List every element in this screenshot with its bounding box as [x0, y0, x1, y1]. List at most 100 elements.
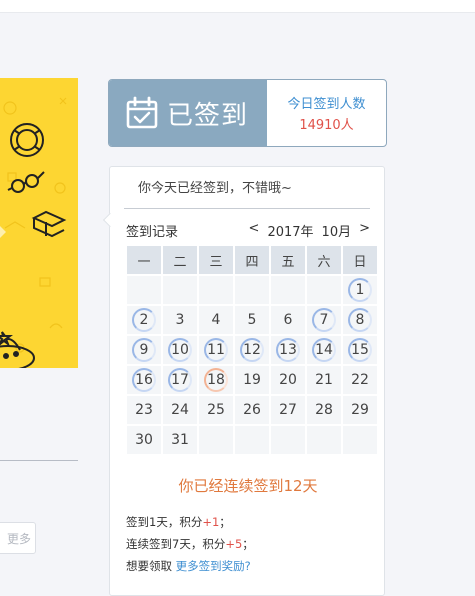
- calendar-day[interactable]: 6: [271, 306, 305, 334]
- calendar-day[interactable]: 28: [307, 396, 341, 424]
- calendar-day[interactable]: 1: [343, 276, 377, 304]
- calendar-day[interactable]: 9: [127, 336, 161, 364]
- calendar-day[interactable]: 20: [271, 366, 305, 394]
- calendar-week-row: 2 3 4 5 6 78: [127, 306, 377, 334]
- year-label: 2017年: [267, 225, 314, 240]
- day-number: 17: [168, 368, 192, 392]
- calendar-header: 签到记录 < 2017年 10月 >: [126, 219, 370, 241]
- calendar-day[interactable]: 8: [343, 306, 377, 334]
- calendar-day[interactable]: 30: [127, 426, 161, 454]
- day-number: 10: [168, 338, 192, 362]
- day-number: 5: [247, 312, 257, 328]
- promo-banner[interactable]: [0, 78, 78, 368]
- weekday-header: 五: [271, 246, 305, 274]
- day-number: 27: [279, 402, 297, 418]
- weekday-header: 六: [307, 246, 341, 274]
- streak-text: 你已经连续签到12天: [178, 477, 318, 495]
- rule-weekly: 连续签到7天，积分+5；: [126, 537, 254, 551]
- calendar-day[interactable]: 7: [307, 306, 341, 334]
- day-number: 24: [171, 402, 189, 418]
- calendar-day[interactable]: 16: [127, 366, 161, 394]
- calendar-empty-cell: [343, 426, 377, 454]
- day-number: 23: [135, 402, 153, 418]
- more-button[interactable]: 更多: [0, 522, 36, 554]
- calendar-day[interactable]: 13: [271, 336, 305, 364]
- day-number: 8: [348, 308, 372, 332]
- calendar-empty-cell: [127, 276, 161, 304]
- calendar-day[interactable]: 21: [307, 366, 341, 394]
- calendar-day[interactable]: 19: [235, 366, 269, 394]
- signin-card: 已签到 今日签到人数 14910人: [108, 79, 387, 147]
- calendar-week-row: 30 31: [127, 426, 377, 454]
- day-number: 11: [204, 338, 228, 362]
- signed-in-label: 已签到: [167, 100, 249, 131]
- calendar-day[interactable]: 5: [235, 306, 269, 334]
- calendar-day[interactable]: 4: [199, 306, 233, 334]
- day-number: 6: [283, 312, 293, 328]
- today-signin-count: 今日签到人数 14910人: [267, 80, 386, 146]
- weekday-header: 三: [199, 246, 233, 274]
- day-number: 7: [312, 308, 336, 332]
- calendar-empty-cell: [271, 276, 305, 304]
- calendar-day[interactable]: 25: [199, 396, 233, 424]
- calendar-empty-cell: [307, 276, 341, 304]
- calendar-day[interactable]: 27: [271, 396, 305, 424]
- day-number: 31: [171, 432, 189, 448]
- day-number: 30: [135, 432, 153, 448]
- banner-illustration: [0, 97, 67, 368]
- day-number: 28: [315, 402, 333, 418]
- rule-daily: 签到1天，积分+1；: [126, 515, 231, 529]
- calendar-empty-cell: [271, 426, 305, 454]
- more-rewards-link[interactable]: 更多签到奖励?: [176, 559, 251, 573]
- calendar-day[interactable]: 22: [343, 366, 377, 394]
- calendar-day[interactable]: 23: [127, 396, 161, 424]
- calendar-day[interactable]: 29: [343, 396, 377, 424]
- panel-caret: [102, 212, 118, 228]
- day-number: 20: [279, 372, 297, 388]
- day-number: 9: [132, 338, 156, 362]
- signin-rules: 签到1天，积分+1； 连续签到7天，积分+5； 想要领取 更多签到奖励?: [126, 511, 254, 577]
- calendar-week-row: 23 24 25 26 27 28 29: [127, 396, 377, 424]
- calendar-check-icon: [126, 96, 158, 129]
- calendar-day[interactable]: 31: [163, 426, 197, 454]
- divider: [0, 460, 78, 461]
- day-number: 16: [132, 368, 156, 392]
- weekday-row: 一二三四五六日: [127, 246, 377, 274]
- calendar-day[interactable]: 14: [307, 336, 341, 364]
- calendar-day[interactable]: 24: [163, 396, 197, 424]
- calendar-day[interactable]: 11: [199, 336, 233, 364]
- day-number: 18: [204, 368, 228, 392]
- top-bar: [0, 0, 475, 13]
- day-number: 22: [351, 372, 369, 388]
- calendar-empty-cell: [163, 276, 197, 304]
- weekday-header: 四: [235, 246, 269, 274]
- calendar-day[interactable]: 26: [235, 396, 269, 424]
- weekday-header: 一: [127, 246, 161, 274]
- signed-in-button[interactable]: 已签到: [109, 80, 267, 146]
- weekday-header: 日: [343, 246, 377, 274]
- day-number: 15: [348, 338, 372, 362]
- rule-more: 想要领取 更多签到奖励?: [126, 559, 251, 573]
- count-title: 今日签到人数: [287, 97, 366, 112]
- day-number: 12: [240, 338, 264, 362]
- calendar-day[interactable]: 3: [163, 306, 197, 334]
- calendar-empty-cell: [199, 426, 233, 454]
- day-number: 29: [351, 402, 369, 418]
- calendar-empty-cell: [199, 276, 233, 304]
- signin-panel: 你今天已经签到，不错哦~ 签到记录 < 2017年 10月 > 一二三四五六日 …: [102, 166, 385, 596]
- next-month-arrow[interactable]: >: [359, 221, 370, 240]
- calendar-day[interactable]: 18: [199, 366, 233, 394]
- day-number: 14: [312, 338, 336, 362]
- calendar-day[interactable]: 12: [235, 336, 269, 364]
- month-nav: < 2017年 10月 >: [249, 221, 370, 240]
- prev-month-arrow[interactable]: <: [249, 221, 260, 240]
- calendar-day[interactable]: 2: [127, 306, 161, 334]
- calendar-day[interactable]: 15: [343, 336, 377, 364]
- day-number: 3: [175, 312, 185, 328]
- day-number: 2: [132, 308, 156, 332]
- day-number: 26: [243, 402, 261, 418]
- calendar-week-row: 1: [127, 276, 377, 304]
- calendar-day[interactable]: 17: [163, 366, 197, 394]
- calendar-empty-cell: [307, 426, 341, 454]
- calendar-day[interactable]: 10: [163, 336, 197, 364]
